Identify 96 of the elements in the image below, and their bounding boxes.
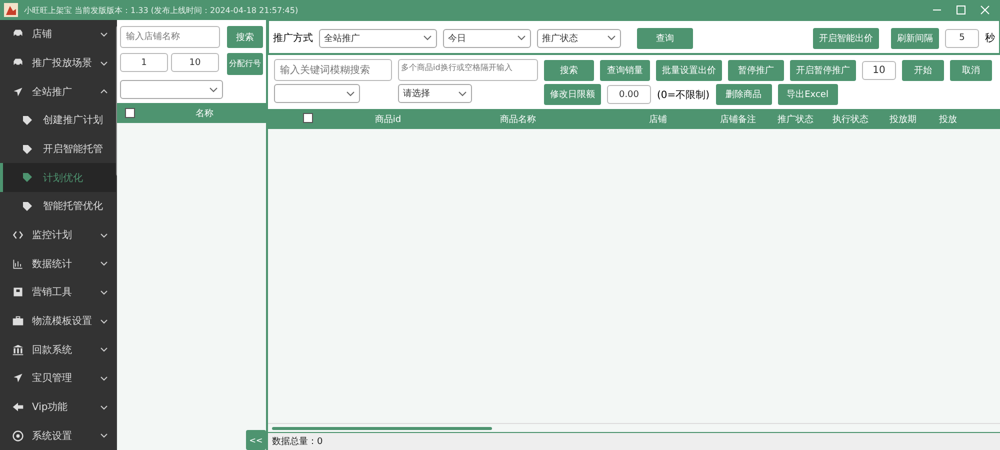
paper-plane-icon — [12, 86, 24, 98]
data-count: 0 — [317, 436, 323, 446]
chevron-down-icon — [100, 347, 108, 352]
query-button[interactable]: 查询 — [637, 28, 693, 48]
sales-query-button[interactable]: 查询销量 — [600, 60, 650, 80]
caret-icon — [346, 90, 355, 96]
limit-hint: (0=不限制) — [657, 88, 710, 102]
search-button[interactable]: 搜索 — [227, 26, 263, 48]
caret-icon — [458, 90, 467, 96]
assign-button[interactable]: 分配行号 — [227, 53, 263, 75]
range-from-field[interactable]: 1 — [120, 53, 168, 72]
sidebar-item[interactable]: 宝贝管理 — [0, 364, 116, 393]
cancel-button[interactable]: 取消 — [950, 60, 992, 80]
sidebar-item[interactable]: 监控计划 — [0, 220, 116, 250]
sidebar-item[interactable]: 回款系统 — [0, 335, 116, 364]
mode-label: 推广方式 — [273, 32, 313, 45]
tag-icon — [22, 200, 33, 212]
sidebar-subitem[interactable]: 智能托管优化 — [0, 192, 116, 221]
dropdown[interactable]: 全站推广 — [319, 28, 437, 48]
circle-icon — [12, 430, 24, 442]
chevron-down-icon — [100, 433, 108, 438]
column-header: 执行状态 — [832, 114, 870, 126]
dropdown[interactable] — [274, 84, 360, 103]
bulk-bid-button[interactable]: 批量设置出价 — [656, 60, 722, 80]
caret-icon — [607, 35, 616, 41]
window-title: 小旺旺上架宝 当前发版版本：1.33 (发布上线时间：2024-04-18 21:57:45) — [24, 4, 298, 16]
checkbox[interactable] — [125, 108, 135, 118]
count-field[interactable]: 10 — [862, 60, 896, 80]
close-icon[interactable] — [980, 5, 990, 15]
bank-icon — [12, 344, 24, 356]
tag-icon — [22, 114, 33, 126]
chevron-down-icon — [100, 404, 108, 410]
sidebar-item[interactable]: Vip功能 — [0, 392, 116, 422]
column-header: 店铺备注 — [719, 114, 757, 126]
tag-icon — [22, 172, 33, 184]
chevron-down-icon — [100, 261, 108, 266]
dropdown[interactable]: 请选择 — [398, 84, 472, 103]
column-header: 名称 — [194, 108, 214, 120]
chevron-down-icon — [100, 318, 108, 324]
sidebar-item[interactable]: 物流模板设置 — [0, 306, 116, 336]
column-header: 商品名称 — [499, 114, 537, 126]
app-logo-icon — [4, 3, 18, 17]
refresh-interval-toggle[interactable]: 刷新间隔 — [891, 28, 939, 48]
bar-chart-icon — [12, 258, 24, 270]
column-header: 投放 — [938, 114, 958, 126]
auto-bid-button[interactable]: 开启智能出价 — [813, 28, 879, 48]
daily-limit-field[interactable]: 0.00 — [607, 85, 651, 104]
caret-icon — [517, 35, 526, 41]
paper-plane-icon — [12, 372, 24, 384]
sidebar-subitem[interactable]: 计划优化 — [0, 163, 116, 192]
delete-button[interactable]: 删除商品 — [716, 84, 772, 105]
keyword-field[interactable]: 输入关键词模糊搜索 — [274, 59, 392, 81]
box-icon — [12, 286, 24, 298]
unit-label: 秒 — [985, 32, 995, 45]
start-button[interactable]: 开始 — [902, 60, 944, 80]
arrow-icon — [12, 401, 24, 414]
refresh-interval-field[interactable]: 5 — [945, 28, 979, 48]
dropdown[interactable]: 推广状态 — [537, 28, 621, 48]
collapse-button[interactable]: << — [246, 430, 266, 450]
caret-icon — [423, 35, 432, 41]
export-button[interactable]: 导出Excel — [778, 84, 838, 105]
briefcase-icon — [12, 315, 24, 328]
code-icon — [12, 229, 24, 242]
column-header: 投放期 — [888, 114, 918, 126]
column-header: 商品id — [374, 114, 402, 126]
chevron-down-icon — [100, 32, 108, 37]
sidebar-subitem[interactable]: 创建推广计划 — [0, 106, 116, 135]
sidebar-item[interactable]: 全站推广 — [0, 77, 116, 106]
chevron-down-icon — [100, 232, 108, 238]
search-button[interactable]: 搜索 — [544, 60, 594, 80]
chevron-down-icon — [100, 60, 108, 66]
sidebar-item[interactable]: 营销工具 — [0, 278, 116, 307]
chevron-down-icon — [100, 376, 108, 381]
column-header: 店铺 — [648, 114, 668, 126]
daily-limit-button[interactable]: 修改日限额 — [544, 84, 601, 105]
sidebar-item[interactable]: 店铺 — [0, 20, 116, 49]
checkbox[interactable] — [303, 112, 313, 122]
sidebar-item[interactable]: 数据统计 — [0, 249, 116, 278]
chevron-up-icon — [100, 89, 108, 94]
sidebar-item[interactable]: 系统设置 — [0, 421, 116, 450]
dropdown[interactable] — [120, 80, 223, 99]
maximize-icon[interactable] — [956, 5, 966, 15]
sidebar-item[interactable]: 推广投放场景 — [0, 48, 116, 78]
range-to-field[interactable]: 10 — [171, 53, 219, 72]
data-count-label: 数据总量： — [272, 436, 317, 448]
product-id-field[interactable]: 多个商品id换行或空格隔开输入 — [398, 59, 538, 81]
tag-icon — [22, 144, 33, 155]
caret-icon — [209, 86, 218, 92]
dropdown[interactable]: 今日 — [443, 28, 531, 48]
search-field[interactable]: 输入店铺名称 — [120, 26, 220, 48]
chevron-down-icon — [100, 290, 108, 295]
resume-button[interactable]: 开启暂停推广 — [790, 60, 856, 80]
horizontal-scrollbar[interactable] — [268, 423, 1000, 432]
column-header: 推广状态 — [776, 114, 814, 126]
pause-button[interactable]: 暂停推广 — [728, 60, 784, 80]
sidebar-subitem[interactable]: 开启智能托管 — [0, 134, 116, 164]
